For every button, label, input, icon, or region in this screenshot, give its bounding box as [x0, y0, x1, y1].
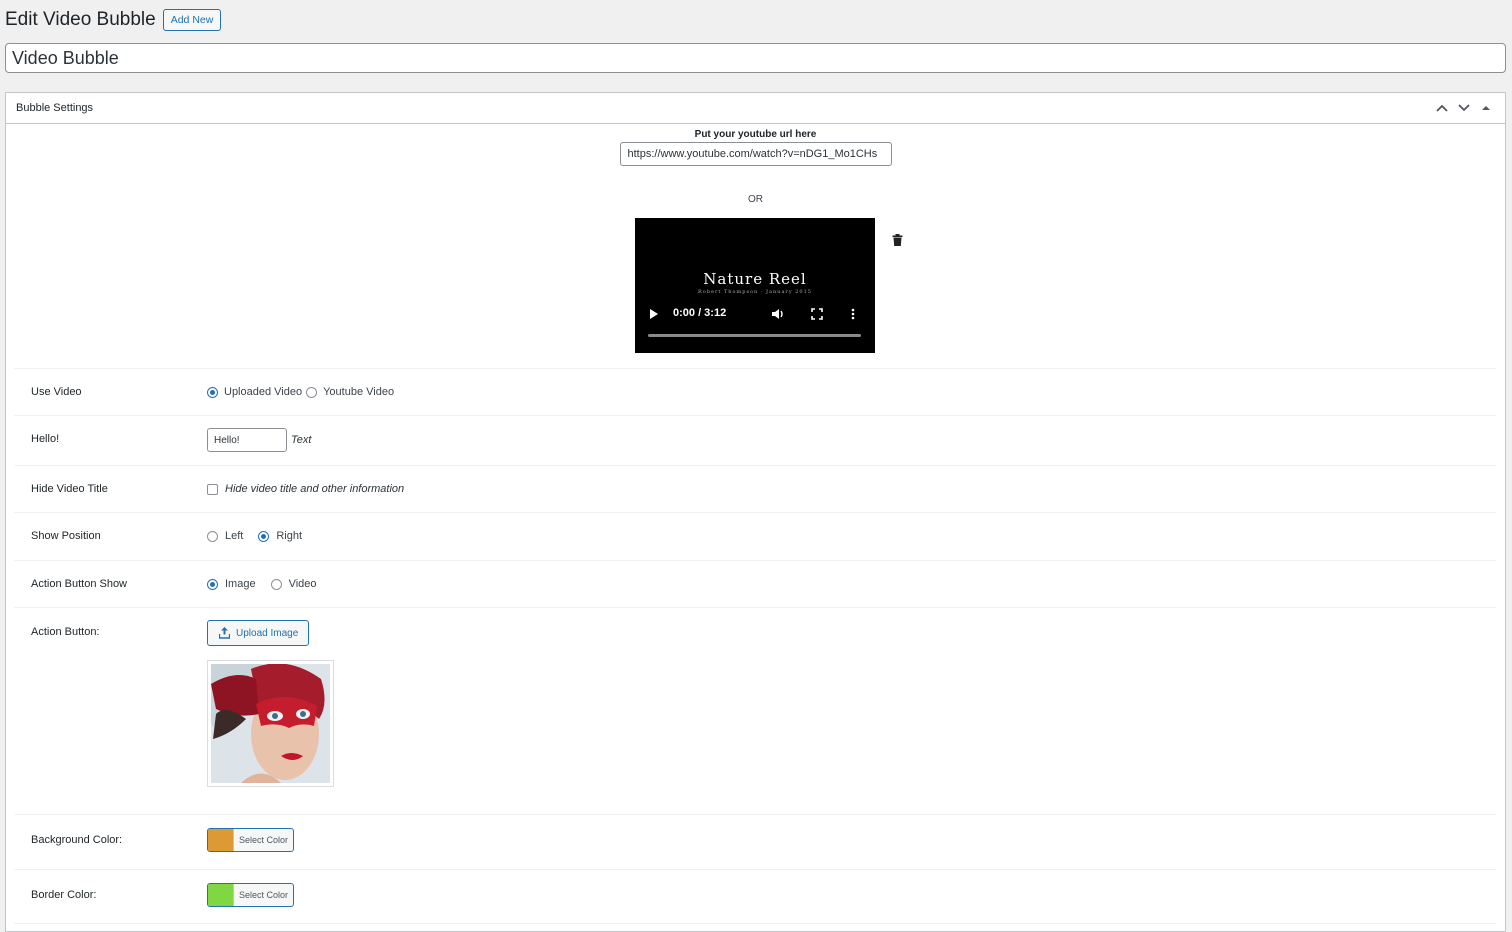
play-icon[interactable]	[649, 307, 659, 325]
upload-image-label: Upload Image	[236, 627, 299, 639]
hello-hint: Text	[291, 434, 312, 446]
use-video-options: Uploaded Video Youtube Video	[207, 386, 394, 398]
row-show-position: Show Position Left Right	[14, 512, 1496, 560]
radio-youtube-video[interactable]	[306, 386, 318, 398]
add-new-button[interactable]: Add New	[162, 9, 222, 31]
border-select-color-label: Select Color	[233, 884, 293, 906]
image-label: Image	[225, 578, 256, 590]
collapse-toggle-icon[interactable]	[1477, 99, 1495, 117]
row-border-color: Border Color: Select Color	[14, 869, 1496, 924]
hide-video-title-hint: Hide video title and other information	[225, 483, 405, 495]
row-background-color: Background Color: Select Color	[14, 814, 1496, 869]
page-header: Edit Video Bubble Add New	[5, 8, 222, 32]
trash-icon[interactable]	[892, 233, 903, 251]
action-button-label: Action Button:	[31, 626, 100, 638]
metabox-header: Bubble Settings	[6, 93, 1505, 124]
volume-icon[interactable]	[771, 307, 785, 325]
background-color-swatch	[208, 829, 233, 851]
action-button-field: Upload Image	[207, 620, 334, 787]
youtube-url-group: Put your youtube url here	[6, 129, 1505, 166]
row-action-button-show: Action Button Show Image Video	[14, 560, 1496, 607]
video-progress-bar[interactable]	[648, 334, 861, 337]
page-title: Edit Video Bubble	[5, 9, 156, 30]
bubble-settings-metabox: Bubble Settings Put your youtube url her…	[5, 92, 1506, 932]
hide-video-title-label: Hide Video Title	[31, 483, 108, 495]
row-action-button: Action Button: Upload Image	[14, 607, 1496, 814]
row-use-video: Use Video Uploaded Video Youtube Video	[14, 368, 1496, 415]
youtube-video-label: Youtube Video	[323, 386, 395, 398]
border-color-swatch	[208, 884, 233, 906]
uploaded-video-label: Uploaded Video	[224, 386, 303, 398]
right-label: Right	[276, 530, 303, 542]
hello-label: Hello!	[31, 433, 60, 445]
border-color-field: Select Color	[207, 883, 295, 907]
video-controls: 0:00 / 3:12	[635, 304, 875, 324]
action-button-show-label: Action Button Show	[31, 578, 128, 590]
upload-image-button[interactable]: Upload Image	[207, 620, 310, 646]
more-options-icon[interactable]	[851, 307, 855, 325]
masked-face-image	[211, 663, 330, 783]
show-position-label: Show Position	[31, 530, 101, 542]
radio-image[interactable]	[207, 578, 218, 590]
show-position-options: Left Right	[207, 530, 302, 542]
hide-video-title-checkbox[interactable]	[207, 483, 218, 495]
border-color-picker-button[interactable]: Select Color	[207, 883, 295, 907]
background-color-field: Select Color	[207, 828, 295, 852]
radio-right[interactable]	[258, 530, 270, 542]
settings-table: Use Video Uploaded Video Youtube Video H…	[14, 368, 1496, 924]
hello-field: Text	[207, 428, 311, 452]
action-button-image-preview	[207, 660, 334, 787]
move-up-icon[interactable]	[1433, 99, 1451, 117]
metabox-handle-actions	[1433, 99, 1495, 117]
video-player[interactable]: Nature Reel Robert Thompson · January 20…	[635, 218, 875, 353]
row-hello: Hello! Text	[14, 415, 1496, 465]
move-down-icon[interactable]	[1455, 99, 1473, 117]
row-hide-video-title: Hide Video Title Hide video title and ot…	[14, 465, 1496, 512]
background-select-color-label: Select Color	[233, 829, 293, 851]
radio-left[interactable]	[207, 530, 218, 542]
use-video-label: Use Video	[31, 386, 82, 398]
video-subtitle: Robert Thompson · January 2015	[698, 289, 812, 295]
background-color-picker-button[interactable]: Select Color	[207, 828, 295, 852]
radio-uploaded-video[interactable]	[207, 386, 218, 398]
hide-video-title-field: Hide video title and other information	[207, 483, 404, 495]
post-title-input[interactable]	[5, 43, 1506, 73]
youtube-url-input[interactable]	[619, 142, 892, 166]
action-button-show-options: Image Video	[207, 578, 317, 590]
upload-icon	[219, 627, 230, 639]
background-color-label: Background Color:	[31, 834, 123, 846]
video-time: 0:00 / 3:12	[673, 307, 727, 319]
metabox-title: Bubble Settings	[16, 102, 94, 114]
video-label: Video	[288, 578, 317, 590]
youtube-url-label: Put your youtube url here	[694, 129, 817, 140]
left-label: Left	[225, 530, 244, 542]
video-title: Nature Reel	[703, 270, 807, 288]
border-color-label: Border Color:	[31, 889, 97, 901]
or-divider: OR	[748, 194, 763, 205]
radio-video[interactable]	[270, 578, 282, 590]
hello-text-input[interactable]	[207, 428, 287, 452]
fullscreen-icon[interactable]	[811, 307, 823, 325]
